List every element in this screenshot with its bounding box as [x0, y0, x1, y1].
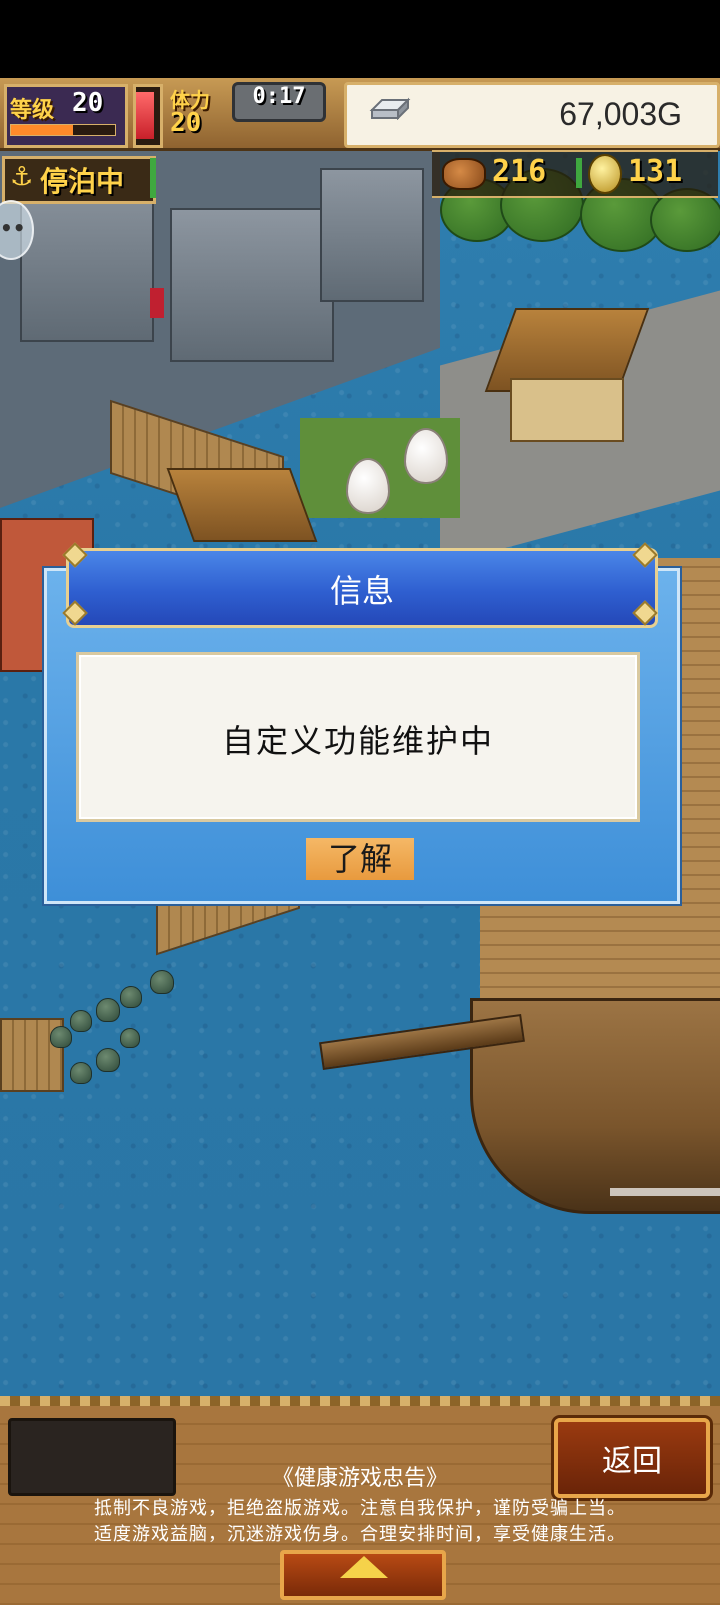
- dialog-message: 自定义功能维护中: [221, 722, 494, 760]
- rock: [50, 1026, 72, 1048]
- rock: [120, 986, 142, 1008]
- rock: [150, 970, 174, 994]
- medal-coin-icon: [588, 154, 622, 194]
- rock: [96, 998, 120, 1022]
- house: [510, 378, 624, 442]
- rock: [70, 1062, 92, 1084]
- food-count: 216: [492, 154, 547, 189]
- wave-foam: [610, 1188, 720, 1196]
- health-advisory-line: 抵制不良游戏，拒绝盗版游戏。注意自我保护，谨防受骗上当。: [94, 1498, 626, 1519]
- dialog-title: 信息: [329, 572, 394, 610]
- gold-amount: 67,003G: [559, 96, 682, 132]
- level-value: 20: [72, 88, 104, 118]
- health-advisory-title: 《健康游戏忠告》: [271, 1466, 448, 1491]
- meat-icon: [442, 158, 486, 190]
- chat-bubble-icon: ••: [0, 216, 26, 240]
- exp-bar-fill: [11, 125, 73, 135]
- status-bar: [0, 0, 720, 78]
- docked-status-indicator: [150, 158, 156, 198]
- coin-count: 131: [628, 154, 683, 189]
- docked-status-label: 停泊中: [40, 165, 125, 198]
- stamina-gauge-fill: [136, 92, 154, 139]
- rock: [70, 1010, 92, 1032]
- castle-banner: [150, 288, 164, 318]
- ok-button[interactable]: 了解: [306, 838, 414, 880]
- anchor-icon: ⚓: [10, 162, 34, 192]
- silver-ingot-icon: [369, 97, 411, 120]
- up-arrow-icon: [340, 1556, 388, 1578]
- castle-wall: [320, 168, 424, 302]
- house-roof: [166, 468, 318, 542]
- rock: [96, 1048, 120, 1072]
- stamina-value: 20: [170, 108, 202, 138]
- timer-text: 0:17: [252, 84, 306, 109]
- health-advisory-line: 适度游戏益脑，沉迷游戏伤身。合理安排时间，享受健康生活。: [94, 1524, 626, 1545]
- rock: [120, 1028, 140, 1048]
- level-label: 等级: [10, 98, 55, 123]
- castle-keep: [170, 208, 334, 362]
- bottom-panel-trim: [0, 1396, 720, 1406]
- resource-divider: [576, 158, 582, 188]
